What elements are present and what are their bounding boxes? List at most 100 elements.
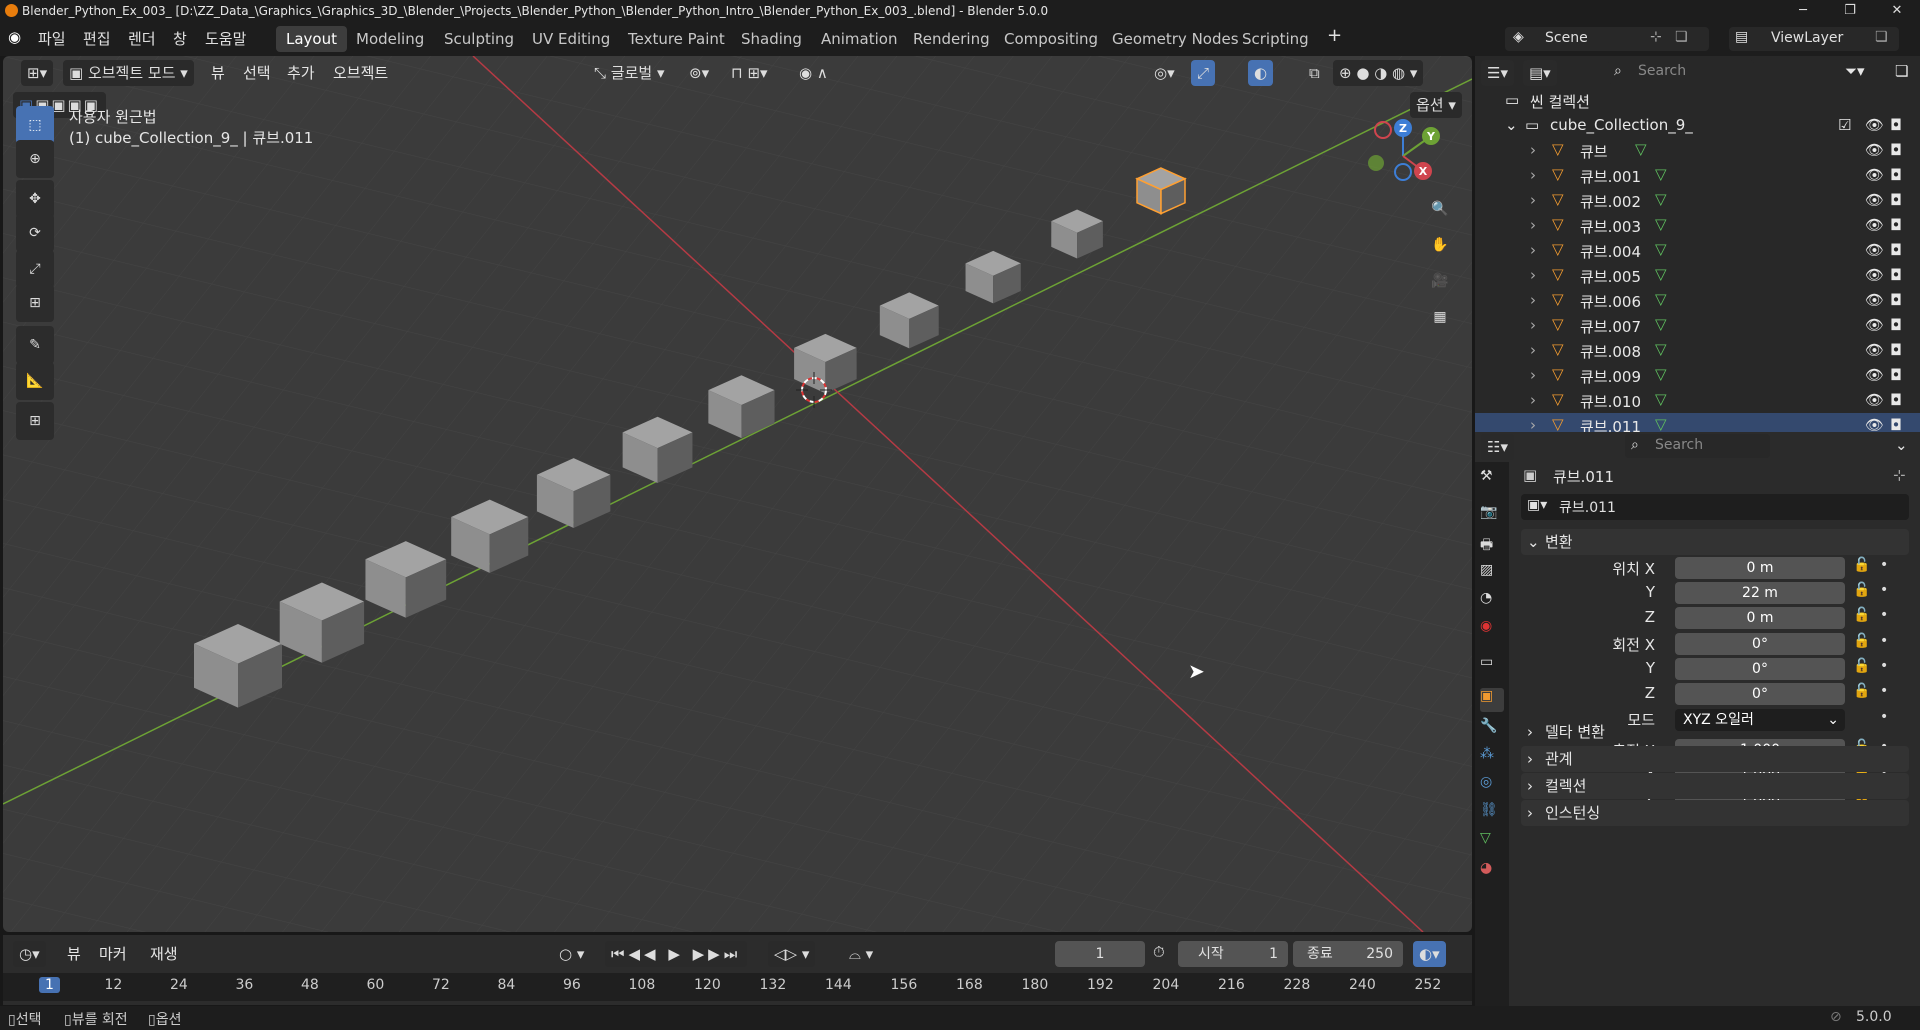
scene-tab[interactable]: ◔ [1480, 590, 1504, 614]
output-tab[interactable]: 🖶 [1480, 534, 1504, 558]
viewport-menu-object[interactable]: 오브젝트 [333, 62, 388, 83]
tab-geometry-nodes[interactable]: Geometry Nodes [1102, 26, 1249, 52]
keyframe-jump[interactable]: ◁▷ ▾ [768, 941, 816, 967]
keyframe-toggle[interactable]: ○ ▾ [553, 941, 590, 967]
current-frame-field[interactable]: 1 [1055, 941, 1145, 967]
blender-menu-icon[interactable]: ◉ [8, 28, 21, 46]
camera-icon[interactable]: ◘ [1890, 316, 1902, 334]
chevron-right-icon[interactable]: › [1530, 366, 1536, 384]
lock-icon[interactable]: 🔓 [1853, 557, 1870, 573]
tab-compositing[interactable]: Compositing [994, 26, 1108, 52]
outliner-search-input[interactable]: ⌕ Search [1608, 60, 1754, 84]
outliner-object-row[interactable]: › ▽ 큐브.009 ▽ 👁 ◘ [1475, 363, 1920, 388]
3d-viewport[interactable]: ⊞▾ ▣ 오브젝트 모드 ▾ 뷰 선택 추가 오브젝트 ⤡ 글로벌 ▾ ⊚▾ ⊓… [3, 56, 1472, 932]
start-frame-field[interactable]: 시작 1 [1178, 941, 1288, 967]
xray-toggle[interactable]: ⧉ [1303, 60, 1326, 86]
new-view-layer-icon[interactable]: ❏ [1875, 29, 1888, 45]
world-tab[interactable]: ◉ [1480, 618, 1504, 642]
view-layer-tab[interactable]: ▨ [1480, 562, 1504, 586]
transform-section-header[interactable]: ⌄ 변환 [1521, 529, 1909, 555]
camera-icon[interactable]: ◘ [1890, 241, 1902, 259]
camera-icon[interactable]: ◘ [1890, 191, 1902, 209]
chevron-right-icon[interactable]: › [1530, 341, 1536, 359]
timeline-menu-playback[interactable]: 재생 [150, 943, 178, 964]
outliner-object-row[interactable]: › ▽ 큐브.006 ▽ 👁 ◘ [1475, 288, 1920, 313]
properties-options-chevron-icon[interactable]: ⌄ [1895, 436, 1908, 454]
playhead[interactable]: 1 [39, 977, 60, 993]
add-cube-tool[interactable]: ⊞ [16, 402, 54, 440]
outliner-object-row[interactable]: › ▽ 큐브.004 ▽ 👁 ◘ [1475, 238, 1920, 263]
eye-icon[interactable]: 👁 [1865, 266, 1884, 284]
eye-icon[interactable]: 👁 [1865, 166, 1884, 184]
minimize-button[interactable]: ─ [1780, 0, 1826, 22]
chevron-right-icon[interactable]: › [1530, 291, 1536, 309]
outliner-object-row[interactable]: › ▽ 큐브.002 ▽ 👁 ◘ [1475, 188, 1920, 213]
ortho-toggle-button[interactable]: ▦ [1423, 300, 1457, 334]
location-x-field[interactable]: 0 m [1675, 557, 1845, 579]
viewport-menu-view[interactable]: 뷰 [211, 62, 225, 83]
lock-icon[interactable]: 🔓 [1853, 633, 1870, 649]
checkbox-icon[interactable]: ☑ [1838, 116, 1851, 134]
rotation-z-field[interactable]: 0° [1675, 683, 1845, 705]
new-collection-icon[interactable]: ❏ [1895, 62, 1908, 80]
tab-modeling[interactable]: Modeling [346, 26, 434, 52]
options-dropdown[interactable]: 옵션 ▾ [1410, 92, 1462, 118]
snap-toggle[interactable]: ⊓ ⊞▾ [725, 60, 774, 86]
eye-icon[interactable]: 👁 [1865, 216, 1884, 234]
eye-icon[interactable]: 👁 [1865, 341, 1884, 359]
tab-layout[interactable]: Layout [276, 26, 347, 52]
tool-tab[interactable]: ⚒ [1480, 468, 1504, 492]
end-frame-field[interactable]: 종료 250 [1293, 941, 1403, 967]
outliner-object-row[interactable]: › ▽ 큐브.008 ▽ 👁 ◘ [1475, 338, 1920, 363]
viewport-menu-select[interactable]: 선택 [243, 62, 271, 83]
render-tab[interactable]: 📷 [1480, 504, 1504, 528]
selected-cube[interactable] [1135, 167, 1187, 215]
cursor-tool[interactable]: ⊕ [16, 140, 54, 178]
select-box-tool[interactable]: ⬚ [16, 106, 54, 144]
tab-animation[interactable]: Animation [811, 26, 907, 52]
keyframe-dot-icon[interactable]: • [1880, 633, 1888, 649]
camera-icon[interactable]: ◘ [1890, 391, 1902, 409]
outliner-editor-type[interactable]: ☰▾ [1481, 60, 1514, 86]
collections-section[interactable]: › 컬렉션 [1521, 773, 1909, 799]
camera-icon[interactable]: ◘ [1890, 116, 1902, 134]
mode-dropdown[interactable]: ▣ 오브젝트 모드 ▾ [63, 60, 194, 86]
viewport-menu-add[interactable]: 추가 [287, 62, 315, 83]
scene-collection-row[interactable]: ▭ 씬 컬렉션 [1475, 88, 1920, 113]
overlay-toggle[interactable]: ◐ [1248, 60, 1274, 86]
menu-window[interactable]: 창 [173, 28, 187, 49]
scene-selector[interactable]: ◈ Scene ⊹ ❏ [1505, 27, 1709, 51]
delta-transform-section[interactable]: › 델타 변환 [1521, 719, 1909, 745]
navigation-gizmo[interactable]: Z Y X [1343, 116, 1453, 196]
transform-tool[interactable]: ⊞ [16, 284, 54, 322]
measure-tool[interactable]: 📐 [16, 362, 54, 400]
lock-icon[interactable]: 🔓 [1853, 683, 1870, 699]
new-scene-icon[interactable]: ❏ [1675, 29, 1688, 45]
timeline[interactable]: ◷▾ 뷰 마커 재생 ○ ▾ ⏮◀◀ ▶ ▶▶⏭ ◁▷ ▾ ⌓ ▾ 1 ⏱ 시작… [3, 935, 1472, 1005]
relations-section[interactable]: › 관계 [1521, 746, 1909, 772]
timeline-menu-marker[interactable]: 마커 [99, 943, 127, 964]
tab-scripting[interactable]: Scripting [1232, 26, 1319, 52]
object-tab[interactable]: ▣ [1480, 688, 1504, 712]
lock-icon[interactable]: 🔓 [1853, 658, 1870, 674]
gizmo-toggle[interactable]: ⤢ [1191, 60, 1216, 86]
pin-icon[interactable]: ⊹ [1650, 29, 1662, 45]
eye-icon[interactable]: 👁 [1865, 116, 1884, 134]
scale-tool[interactable]: ⤢ [16, 250, 54, 288]
camera-icon[interactable]: ◘ [1890, 266, 1902, 284]
chevron-right-icon[interactable]: › [1530, 166, 1536, 184]
menu-edit[interactable]: 편집 [83, 28, 111, 49]
properties-editor[interactable]: ☷▾ ⌕ Search ⌄ ⚒ 📷 🖶 ▨ ◔ ◉ ▭ ▣ 🔧 ⁂ ◎ ⛓ ▽ ◕… [1475, 432, 1920, 1006]
keyframe-dot-icon[interactable]: • [1880, 607, 1888, 623]
editor-type-icon[interactable]: ⊞▾ [21, 60, 54, 86]
maximize-button[interactable]: ❐ [1827, 0, 1873, 22]
camera-icon[interactable]: ◘ [1890, 291, 1902, 309]
playback-controls[interactable]: ⏮◀◀ ▶ ▶▶⏭ [605, 941, 748, 967]
outliner-object-row[interactable]: › ▽ 큐브.001 ▽ 👁 ◘ [1475, 163, 1920, 188]
eye-icon[interactable]: 👁 [1865, 316, 1884, 334]
add-workspace-icon[interactable]: + [1327, 25, 1342, 46]
close-window-button[interactable]: ✕ [1874, 0, 1920, 22]
menu-render[interactable]: 렌더 [128, 28, 156, 49]
particles-tab[interactable]: ⁂ [1480, 746, 1504, 770]
lock-icon[interactable]: 🔓 [1853, 582, 1870, 598]
